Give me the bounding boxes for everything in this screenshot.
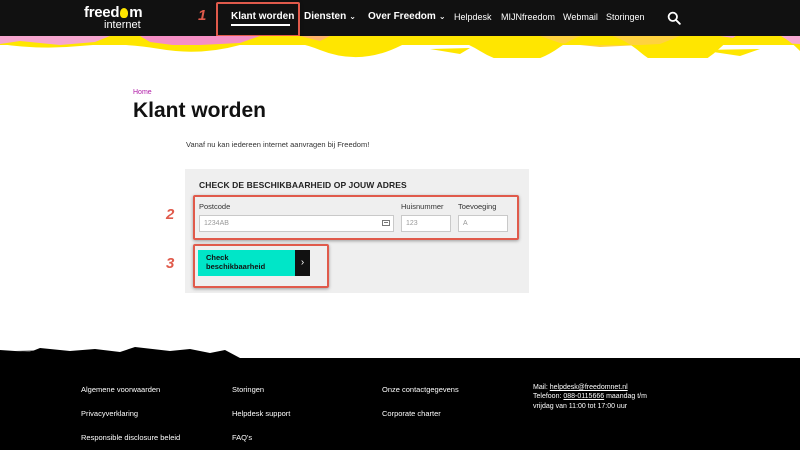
chevron-down-icon: ⌄ (349, 12, 356, 21)
nav-diensten[interactable]: Diensten ⌄ (304, 11, 356, 22)
footer-link-algemene-voorwaarden[interactable]: Algemene voorwaarden (81, 385, 160, 394)
nav-helpdesk[interactable]: Helpdesk (454, 12, 492, 22)
mail-label: Mail: (533, 384, 548, 391)
phone-label: Telefoon: (533, 393, 562, 401)
nav-label: Diensten (304, 11, 347, 22)
footer-link-storingen[interactable]: Storingen (232, 385, 264, 394)
annotation-number-3: 3 (166, 255, 175, 272)
mail-link[interactable]: helpdesk@freedomnet.nl (550, 384, 628, 391)
footer-contact-info: Mail: helpdesk@freedomnet.nl Telefoon: 0… (533, 383, 647, 411)
hours-text: maandag t/m (606, 393, 647, 401)
logo-subtext: internet (104, 19, 141, 31)
annotation-box-3 (193, 244, 329, 288)
footer-link-privacyverklaring[interactable]: Privacyverklaring (81, 409, 138, 418)
decorative-color-strip (0, 36, 800, 58)
footer-link-helpdesk-support[interactable]: Helpdesk support (232, 409, 290, 418)
contact-phone-line: Telefoon: 088-0115666 maandag t/m (533, 392, 647, 401)
breadcrumb-home[interactable]: Home (133, 89, 152, 96)
phone-link[interactable]: 088-0115666 (563, 393, 604, 400)
annotation-box-1 (216, 2, 300, 37)
nav-label: Webmail (563, 12, 598, 22)
nav-label: Storingen (606, 12, 645, 22)
nav-mijnfreedom[interactable]: MIJNfreedom (501, 12, 555, 22)
chevron-down-icon: ⌄ (438, 12, 446, 21)
contact-mail-line: Mail: helpdesk@freedomnet.nl (533, 383, 647, 392)
footer-link-corporate-charter[interactable]: Corporate charter (382, 409, 441, 418)
lightbulb-icon (120, 8, 129, 18)
footer-link-responsible-disclosure[interactable]: Responsible disclosure beleid (81, 433, 180, 442)
nav-webmail[interactable]: Webmail (563, 12, 598, 22)
form-heading: CHECK DE BESCHIKBAARHEID OP JOUW ADRES (199, 180, 407, 190)
nav-storingen[interactable]: Storingen (606, 12, 645, 22)
nav-label: MIJNfreedom (501, 12, 556, 22)
annotation-number-2: 2 (166, 206, 175, 223)
freedom-internet-logo[interactable]: freed m internet (84, 5, 143, 31)
footer-link-faqs[interactable]: FAQ's (232, 433, 252, 442)
nav-label: Helpdesk (454, 12, 492, 22)
search-icon[interactable] (667, 11, 681, 25)
site-footer: Algemene voorwaarden Privacyverklaring R… (0, 358, 800, 450)
intro-text: Vanaf nu kan iedereen internet aanvragen… (186, 140, 370, 149)
annotation-box-2 (193, 195, 519, 240)
annotation-number-1: 1 (198, 7, 207, 24)
nav-over-freedom[interactable]: Over Freedom ⌄ (368, 11, 446, 22)
top-navbar: freed m internet Klant worden Diensten ⌄ O… (0, 0, 800, 36)
page-title: Klant worden (133, 99, 267, 122)
nav-label: Over Freedom (368, 11, 436, 22)
footer-link-contactgegevens[interactable]: Onze contactgegevens (382, 385, 459, 394)
hours-text-2: vrijdag van 11:00 tot 17:00 uur (533, 402, 628, 410)
